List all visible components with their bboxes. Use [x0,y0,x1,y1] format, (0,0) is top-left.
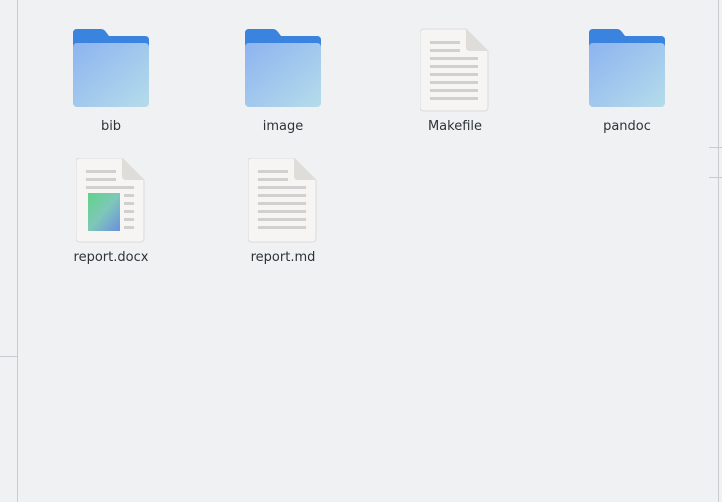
file-label: report.docx [73,250,149,265]
file-item-bib[interactable]: bib [56,27,166,147]
right-pane-divider[interactable] [718,0,719,502]
file-item-report-docx[interactable]: report.docx [56,158,166,278]
folder-icon [228,27,338,117]
file-label: report.md [250,250,316,265]
file-item-report-md[interactable]: report.md [228,158,338,278]
sidebar-divider[interactable] [17,0,18,502]
file-label: pandoc [603,119,651,134]
file-item-pandoc[interactable]: pandoc [572,27,682,147]
sidebar-separator [0,356,17,357]
file-item-image[interactable]: image [228,27,338,147]
folder-icon [572,27,682,117]
folder-icon [56,27,166,117]
text-file-icon [228,158,338,248]
document-file-icon [56,158,166,248]
file-label: bib [100,119,122,134]
file-label: Makefile [427,119,483,134]
right-pane-separator-bottom [709,177,722,178]
text-file-icon [400,27,510,117]
file-item-makefile[interactable]: Makefile [400,27,510,147]
file-manager-view: bib image Makefile pandoc report.docx re… [0,0,722,502]
right-pane-separator-top [709,147,722,148]
file-label: image [262,119,304,134]
